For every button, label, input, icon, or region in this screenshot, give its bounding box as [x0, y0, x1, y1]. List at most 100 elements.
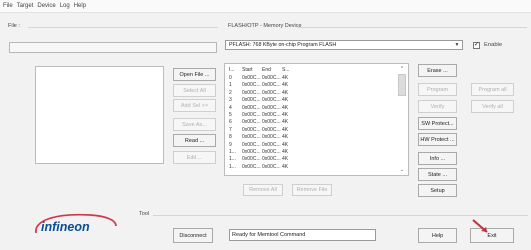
sector-row[interactable]: 9 0x00C... 0x00C... 4K	[229, 142, 403, 149]
cell-end: 0x00C...	[262, 134, 281, 141]
cell-end: 0x00C...	[262, 149, 281, 155]
cell-index: 5	[229, 112, 232, 118]
sector-row[interactable]: 4 0x00C... 0x00C... 4K	[229, 105, 403, 112]
cell-start: 0x00C...	[242, 141, 261, 148]
remove-all-button[interactable]: Remove All	[243, 184, 283, 196]
menu-bar: File Target Device Log Help	[0, 0, 531, 13]
cell-index: 9	[229, 141, 232, 148]
file-list[interactable]	[35, 66, 164, 164]
sector-row[interactable]: 8 0x00C... 0x00C... 4K	[229, 134, 403, 141]
menu-target[interactable]: Target	[17, 3, 34, 9]
cell-index: 7	[229, 126, 232, 133]
cell-start: 0x00C...	[242, 82, 261, 89]
cell-end: 0x00C...	[262, 82, 281, 89]
help-button[interactable]: Help	[418, 228, 457, 243]
program-button[interactable]: Program	[418, 83, 457, 96]
device-select-value: PFLASH: 768 KByte on-chip Program FLASH	[229, 42, 337, 48]
cell-index: 0	[229, 75, 232, 81]
sector-row[interactable]: 3 0x00C... 0x00C... 4K	[229, 97, 403, 104]
menu-device[interactable]: Device	[37, 3, 55, 9]
cell-start: 0x00C...	[242, 149, 261, 155]
cell-size: 4K	[282, 141, 289, 148]
cell-end: 0x00C...	[262, 141, 281, 148]
scroll-up-icon[interactable]: ^	[397, 65, 407, 73]
cell-index: 1...	[229, 156, 236, 163]
menu-file[interactable]: File	[3, 3, 13, 9]
cell-end: 0x00C...	[262, 104, 281, 111]
cell-index: 2	[229, 89, 232, 96]
save-as-button[interactable]: Save As...	[173, 118, 216, 131]
menu-log[interactable]: Log	[60, 3, 70, 9]
cell-index: 1...	[229, 163, 236, 170]
col-size[interactable]: S...	[282, 67, 290, 73]
remove-file-button[interactable]: Remove File	[292, 184, 332, 196]
device-group-label: FLASH/OTP - Memory Device	[228, 23, 302, 29]
cell-start: 0x00C...	[242, 89, 261, 96]
select-all-button[interactable]: Select All	[173, 84, 216, 97]
cell-size: 4K	[282, 134, 289, 141]
cell-start: 0x00C...	[242, 75, 261, 81]
cell-end: 0x00C...	[262, 119, 281, 126]
cell-index: 8	[229, 134, 232, 141]
cell-index: 1	[229, 82, 232, 89]
cell-index: 6	[229, 119, 232, 126]
verify-all-button[interactable]: Verify all	[471, 100, 514, 113]
cell-index: 4	[229, 104, 232, 111]
edit-button[interactable]: Edit ...	[173, 151, 216, 164]
status-message: Ready for Memtool Command	[229, 229, 376, 241]
state-button[interactable]: State ...	[418, 168, 457, 181]
cell-start: 0x00C...	[242, 112, 261, 118]
cell-end: 0x00C...	[262, 75, 281, 81]
sector-row[interactable]: 6 0x00C... 0x00C... 4K	[229, 119, 403, 126]
cell-end: 0x00C...	[262, 89, 281, 96]
erase-button[interactable]: Erase ...	[418, 64, 457, 77]
device-select[interactable]: PFLASH: 768 KByte on-chip Program FLASH …	[225, 40, 463, 50]
cell-index: 1...	[229, 149, 236, 155]
hw-protect-button[interactable]: HW Protect ...	[418, 133, 457, 146]
disconnect-button[interactable]: Disconnect	[173, 228, 213, 243]
sector-row[interactable]: 0 0x00C... 0x00C... 4K	[229, 75, 403, 82]
cell-size: 4K	[282, 104, 289, 111]
sector-row[interactable]: 2 0x00C... 0x00C... 4K	[229, 90, 403, 97]
chevron-down-icon[interactable]: ▼	[453, 42, 461, 49]
sector-row[interactable]: 1... 0x00C... 0x00C... 4K	[229, 149, 403, 156]
sector-row[interactable]: 1 0x00C... 0x00C... 4K	[229, 82, 403, 89]
cell-start: 0x00C...	[242, 156, 261, 163]
verify-button[interactable]: Verify	[418, 100, 457, 113]
menu-help[interactable]: Help	[74, 3, 86, 9]
memtool-window: File Target Device Log Help File : Open …	[0, 0, 531, 250]
scroll-thumb[interactable]	[398, 74, 406, 96]
sector-row[interactable]: 5 0x00C... 0x00C... 4K	[229, 112, 403, 119]
device-group-border	[298, 27, 527, 28]
cell-size: 4K	[282, 75, 289, 81]
sector-row[interactable]: 1... 0x00C... 0x00C... 4K	[229, 164, 403, 171]
sector-table[interactable]: I... Start End S... 0 0x00C... 0x00C... 4K 1…	[224, 63, 409, 176]
enable-label: Enable	[484, 42, 503, 48]
cell-size: 4K	[282, 82, 289, 89]
sector-table-scrollbar[interactable]: ^ ⌄	[397, 65, 407, 174]
cell-size: 4K	[282, 119, 289, 126]
cell-start: 0x00C...	[242, 119, 261, 126]
col-index[interactable]: I...	[229, 67, 235, 73]
tool-group-label: Tool	[139, 211, 150, 217]
open-file-button[interactable]: Open File ...	[173, 68, 216, 81]
col-end[interactable]: End	[262, 67, 271, 73]
sector-row[interactable]: 1... 0x00C... 0x00C... 4K	[229, 156, 403, 163]
sector-row[interactable]: 7 0x00C... 0x00C... 4K	[229, 127, 403, 134]
info-button[interactable]: Info ...	[418, 152, 457, 165]
add-selected-button[interactable]: Add Sel >>	[173, 99, 216, 112]
cell-size: 4K	[282, 97, 289, 104]
scroll-down-icon[interactable]: ⌄	[397, 166, 407, 174]
cell-end: 0x00C...	[262, 163, 281, 170]
col-start[interactable]: Start	[242, 67, 253, 73]
cell-size: 4K	[282, 163, 289, 170]
setup-button[interactable]: Setup	[418, 184, 457, 197]
file-path-field[interactable]	[9, 42, 217, 53]
cell-size: 4K	[282, 149, 289, 155]
program-all-button[interactable]: Program all	[471, 83, 514, 96]
enable-checkbox[interactable]: ✓	[473, 42, 480, 49]
tool-group-border	[153, 215, 528, 216]
sw-protect-button[interactable]: SW Protect...	[418, 117, 457, 130]
cell-start: 0x00C...	[242, 134, 261, 141]
read-button[interactable]: Read ...	[173, 134, 216, 147]
